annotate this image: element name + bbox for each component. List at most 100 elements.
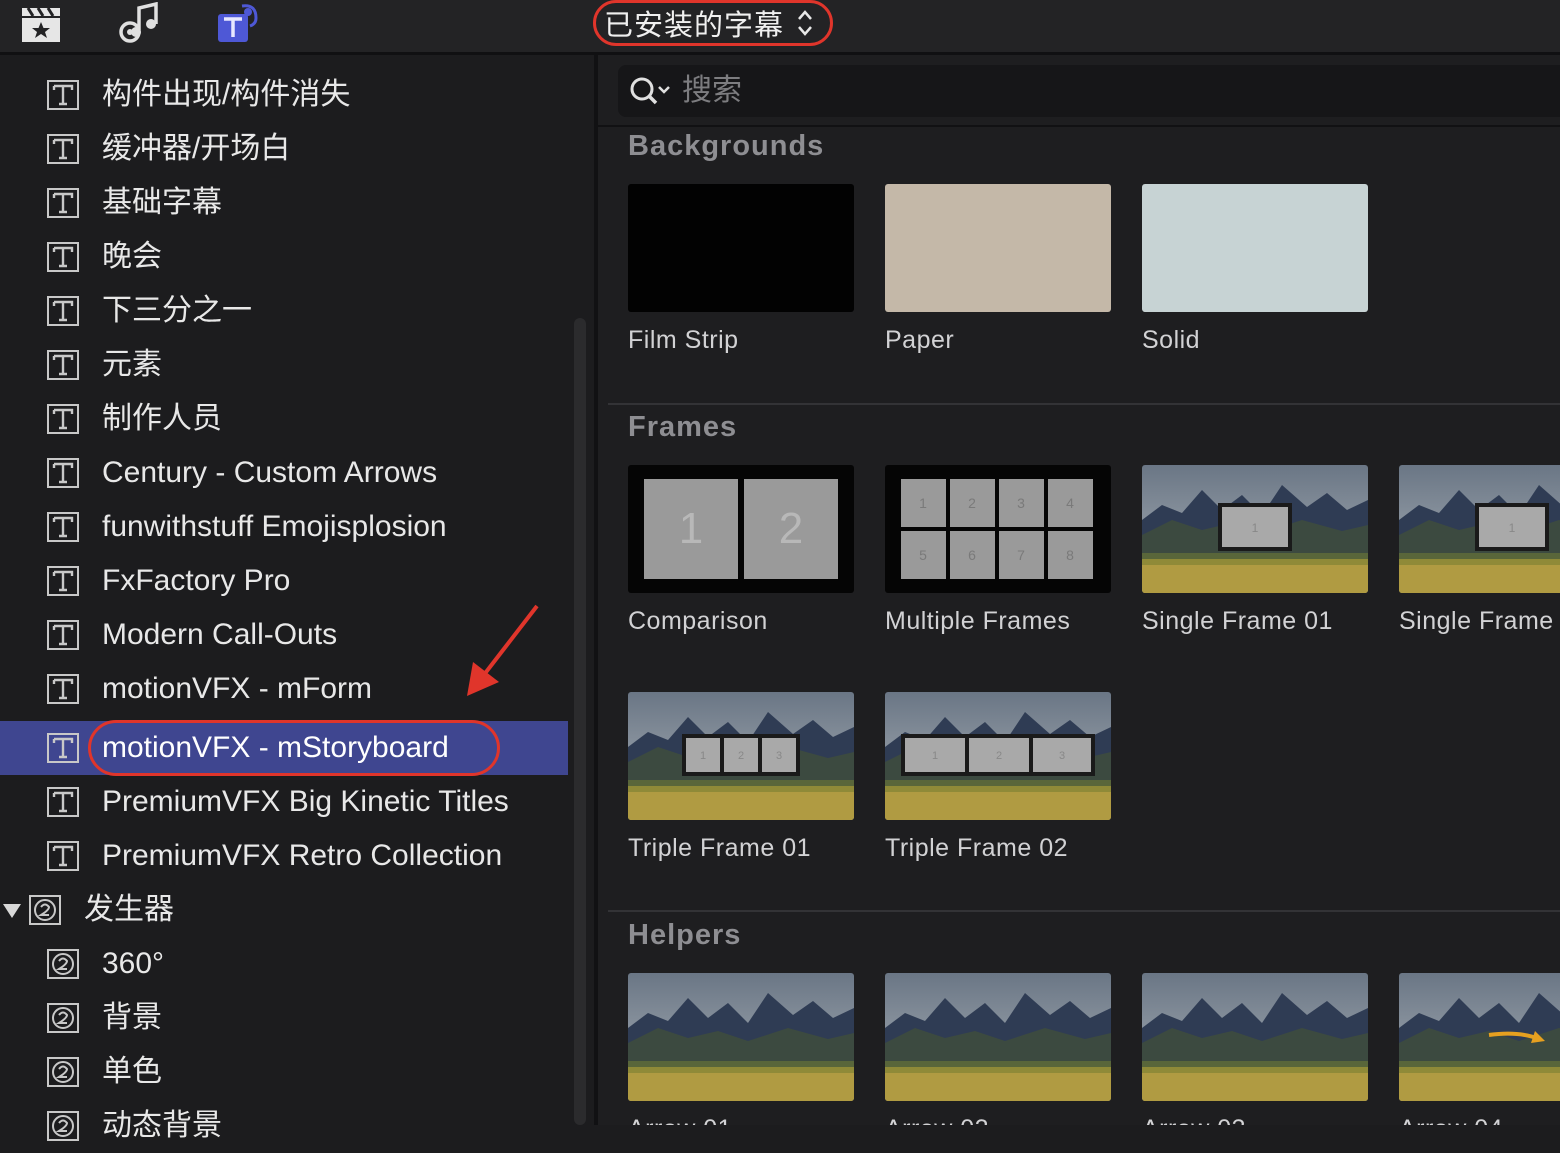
title-t-icon <box>46 295 80 327</box>
thumbnail: 1 2 <box>628 465 854 593</box>
cell-number: 2 <box>738 750 744 762</box>
tile-label: Comparison <box>628 607 768 635</box>
sidebar-item[interactable]: 单色 <box>0 1045 568 1099</box>
cell-number: 8 <box>1066 547 1074 563</box>
thumbnail: 1 2 3 <box>628 692 854 820</box>
tile-label: Arrow 01 <box>628 1115 732 1125</box>
tile-label: Single Frame <box>1399 607 1554 635</box>
sidebar-group-generators[interactable]: 发生器 <box>0 883 568 937</box>
title-t-icon <box>46 457 80 489</box>
installed-titles-dropdown[interactable]: 已安装的字幕 <box>593 0 833 46</box>
title-t-icon <box>46 840 80 872</box>
cell-number: 5 <box>919 547 927 563</box>
sidebar-item-label: FxFactory Pro <box>102 564 291 597</box>
clapperboard-star-icon[interactable] <box>18 2 66 46</box>
selection-highlight-annotation <box>88 720 500 776</box>
cell-number: 6 <box>968 547 976 563</box>
section-divider <box>608 403 1560 405</box>
sidebar-item-label: 缓冲器/开场白 <box>102 132 291 165</box>
search-field[interactable]: 搜索 <box>618 65 1560 117</box>
sidebar-group-label: 发生器 <box>84 893 174 926</box>
cell-number: 1 <box>700 750 706 762</box>
frame-number: 1 <box>679 504 703 553</box>
search-divider <box>598 125 1560 127</box>
tile-label: Solid <box>1142 326 1201 354</box>
sidebar-item[interactable]: PremiumVFX Retro Collection <box>0 829 568 883</box>
annotation-arrow-icon <box>467 604 539 696</box>
sidebar-item[interactable]: PremiumVFX Big Kinetic Titles <box>0 775 568 829</box>
sidebar-item-label: 构件出现/构件消失 <box>102 78 351 111</box>
cell-number: 1 <box>919 495 927 511</box>
title-t-icon <box>46 511 80 543</box>
cell-number: 1 <box>932 750 938 762</box>
tile-label: Film Strip <box>628 326 739 354</box>
cell-number: 7 <box>1017 547 1025 563</box>
tile-label: Multiple Frames <box>885 607 1071 635</box>
tile-label: Triple Frame 01 <box>628 834 812 862</box>
sidebar-item[interactable]: 缓冲器/开场白 <box>0 122 568 176</box>
sidebar-scrollbar[interactable] <box>574 318 586 1125</box>
thumbnail: 1 <box>1142 465 1368 593</box>
sidebar-item[interactable]: 基础字幕 <box>0 176 568 230</box>
music-notes-icon[interactable] <box>114 1 162 46</box>
section-title-helpers: Helpers <box>628 919 742 951</box>
title-t-icon <box>46 403 80 435</box>
title-t-icon <box>46 187 80 219</box>
sidebar-item[interactable]: 构件出现/构件消失 <box>0 68 568 122</box>
sidebar-item[interactable]: 背景 <box>0 991 568 1045</box>
chevron-up-down-icon <box>798 10 812 36</box>
sidebar-item[interactable]: funwithstuff Emojisplosion <box>0 500 568 554</box>
thumbnail: 1 <box>1399 465 1560 593</box>
title-t-icon <box>46 79 80 111</box>
generator-icon <box>46 1056 80 1088</box>
sidebar-item-label: 晚会 <box>102 240 162 273</box>
sidebar-item[interactable]: 360° <box>0 937 568 991</box>
sidebar-item-label: motionVFX - mForm <box>102 672 373 705</box>
sidebar-item-label: PremiumVFX Retro Collection <box>102 839 503 872</box>
thumbnail <box>1142 973 1368 1101</box>
thumbnail <box>1142 184 1368 312</box>
cell-number: 2 <box>968 495 976 511</box>
sidebar-item[interactable]: 元素 <box>0 338 568 392</box>
thumbnail <box>885 973 1111 1101</box>
sidebar-item[interactable]: 晚会 <box>0 230 568 284</box>
cell-number: 3 <box>1017 495 1025 511</box>
sidebar-item[interactable]: 制作人员 <box>0 392 568 446</box>
disclosure-triangle-icon[interactable] <box>2 902 22 920</box>
sidebar-item-label: 基础字幕 <box>102 186 222 219</box>
section-divider <box>608 910 1560 912</box>
section-title-frames: Frames <box>628 411 738 443</box>
title-t-icon <box>46 786 80 818</box>
thumbnail <box>1399 973 1560 1101</box>
frame-number: 2 <box>779 504 803 553</box>
sidebar-item[interactable]: Century - Custom Arrows <box>0 446 568 500</box>
frame-number: 1 <box>1252 521 1259 535</box>
dropdown-label: 已安装的字幕 <box>604 10 785 42</box>
frame-number: 1 <box>1509 521 1516 535</box>
cell-number: 3 <box>776 750 782 762</box>
sidebar-item-label: funwithstuff Emojisplosion <box>102 510 447 543</box>
sidebar-item-label: Century - Custom Arrows <box>102 456 438 489</box>
sidebar: 构件出现/构件消失 缓冲器/开场白 基础字幕 晚会 下三分之一 元素 制作人员 … <box>0 55 570 1142</box>
search-placeholder: 搜索 <box>682 74 742 107</box>
tile-label: Arrow 03 <box>1142 1115 1246 1125</box>
generator-icon <box>46 1002 80 1034</box>
thumbnail <box>885 184 1111 312</box>
generator-icon <box>46 1110 80 1142</box>
sidebar-item-label: 元素 <box>102 348 162 381</box>
sidebar-item-label: Modern Call-Outs <box>102 618 338 651</box>
sidebar-item-label: PremiumVFX Big Kinetic Titles <box>102 785 509 818</box>
sidebar-item[interactable]: 动态背景 <box>0 1099 568 1153</box>
sidebar-item-label: 制作人员 <box>102 402 222 435</box>
titles-t-icon[interactable] <box>212 2 260 46</box>
search-icon <box>630 77 670 105</box>
cell-number: 3 <box>1059 750 1065 762</box>
generator-icon <box>28 894 62 926</box>
thumbnail <box>628 184 854 312</box>
sidebar-item-label: 单色 <box>102 1055 162 1088</box>
tile-label: Arrow 04 <box>1399 1115 1503 1125</box>
title-t-icon <box>46 133 80 165</box>
title-t-icon <box>46 619 80 651</box>
tile-label: Arrow 02 <box>885 1115 989 1125</box>
sidebar-item[interactable]: 下三分之一 <box>0 284 568 338</box>
